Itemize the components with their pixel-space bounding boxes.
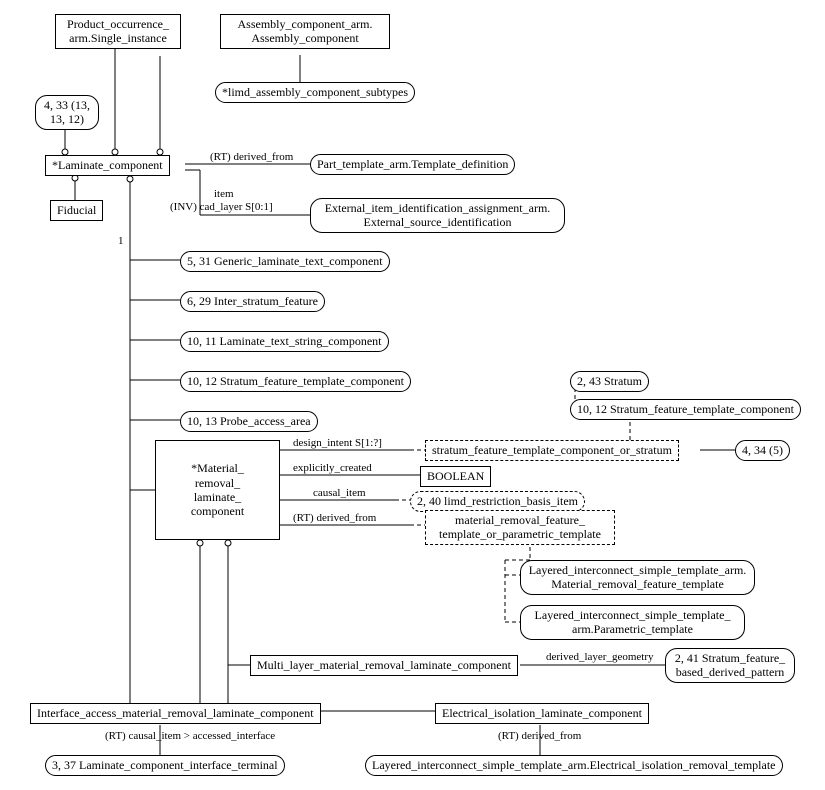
label: Multi_layer_material_removal_laminate_co… (257, 658, 511, 672)
attr-item: item (214, 188, 234, 200)
label: Layered_interconnect_simple_template_arm… (529, 563, 747, 591)
attr-derived-layer-geometry: derived_layer_geometry (546, 651, 654, 663)
label: *limd_assembly_component_subtypes (222, 85, 408, 99)
label: *Laminate_component (52, 158, 163, 172)
attr-derived-from-3: (RT) derived_from (498, 730, 581, 742)
label: 10, 12 Stratum_feature_template_componen… (187, 374, 404, 388)
entity-external-source-id: External_item_identification_assignment_… (310, 198, 565, 233)
page-ref-4-33: 4, 33 (13,13, 12) (35, 95, 99, 130)
label: 4, 34 (5) (742, 443, 783, 457)
entity-interface-access-mrlc: Interface_access_material_removal_lamina… (30, 703, 321, 724)
label: Part_template_arm.Template_definition (317, 157, 508, 171)
label: *Material_removal_laminate_component (191, 461, 244, 519)
entity-multi-layer-mrlc: Multi_layer_material_removal_laminate_co… (250, 655, 518, 676)
label: Fiducial (57, 203, 96, 217)
ref-sfbdp: 2, 41 Stratum_feature_based_derived_patt… (665, 648, 795, 683)
entity-assembly-component: Assembly_component_arm.Assembly_componen… (220, 14, 390, 49)
page-ref-4-34: 4, 34 (5) (735, 440, 790, 461)
sub-laminate-text-string: 10, 11 Laminate_text_string_component (180, 331, 389, 352)
label: Layered_interconnect_simple_template_arm… (535, 608, 731, 636)
attr-derived-from-2: (RT) derived_from (293, 512, 376, 524)
attr-causal-item: causal_item (313, 487, 366, 499)
sub-probe-access-area: 10, 13 Probe_access_area (180, 411, 318, 432)
label: Product_occurrence_arm.Single_instance (67, 17, 169, 45)
entity-parametric-template: Layered_interconnect_simple_template_arm… (520, 605, 745, 640)
select-mrft-or-param: material_removal_feature_template_or_par… (425, 510, 615, 545)
entity-material-removal-laminate-component: *Material_removal_laminate_component (155, 440, 280, 540)
ref-limd-restriction-basis: 2, 40 limd_restriction_basis_item (410, 491, 585, 512)
sub-generic-laminate-text: 5, 31 Generic_laminate_text_component (180, 251, 390, 272)
cardinality-1: 1 (118, 235, 124, 247)
label: 10, 12 Stratum_feature_template_componen… (577, 402, 794, 416)
attr-design-intent: design_intent S[1:?] (293, 437, 382, 449)
label: 10, 11 Laminate_text_string_component (187, 334, 382, 348)
sub-inter-stratum-feature: 6, 29 Inter_stratum_feature (180, 291, 325, 312)
entity-material-removal-feature-template: Layered_interconnect_simple_template_arm… (520, 560, 755, 595)
attr-causal-accessed-interface: (RT) causal_item > accessed_interface (105, 730, 275, 742)
label: 2, 43 Stratum (577, 374, 642, 388)
type-boolean: BOOLEAN (420, 466, 491, 487)
entity-fiducial: Fiducial (50, 200, 103, 221)
select-sftc-or-stratum: stratum_feature_template_component_or_st… (425, 440, 679, 461)
ref-lcit: 3, 37 Laminate_component_interface_termi… (45, 755, 285, 776)
entity-electrical-isolation-removal-template: Layered_interconnect_simple_template_arm… (365, 755, 783, 776)
label: Layered_interconnect_simple_template_arm… (372, 758, 776, 772)
sub-stratum-feature-template: 10, 12 Stratum_feature_template_componen… (180, 371, 411, 392)
label: Interface_access_material_removal_lamina… (37, 706, 314, 720)
ref-stratum: 2, 43 Stratum (570, 371, 649, 392)
attr-derived-from: (RT) derived_from (210, 151, 293, 163)
label: material_removal_feature_template_or_par… (439, 513, 601, 541)
label: 3, 37 Laminate_component_interface_termi… (52, 758, 278, 772)
label: External_item_identification_assignment_… (325, 201, 551, 229)
entity-laminate-component: *Laminate_component (45, 155, 170, 176)
attr-inv-cad-layer: (INV) cad_layer S[0:1] (170, 201, 273, 213)
label: stratum_feature_template_component_or_st… (432, 443, 672, 457)
label: 2, 40 limd_restriction_basis_item (417, 494, 578, 508)
label: BOOLEAN (427, 469, 484, 483)
label: 2, 41 Stratum_feature_based_derived_patt… (675, 651, 785, 679)
ref-sftc: 10, 12 Stratum_feature_template_componen… (570, 399, 801, 420)
label: 10, 13 Probe_access_area (187, 414, 311, 428)
attr-explicitly-created: explicitly_created (293, 462, 372, 474)
entity-product-occurrence: Product_occurrence_arm.Single_instance (55, 14, 181, 49)
label: Electrical_isolation_laminate_component (442, 706, 642, 720)
select-limd-subtypes: *limd_assembly_component_subtypes (215, 82, 415, 103)
entity-electrical-isolation-laminate-component: Electrical_isolation_laminate_component (435, 703, 649, 724)
label: Assembly_component_arm.Assembly_componen… (238, 17, 373, 45)
label: 5, 31 Generic_laminate_text_component (187, 254, 383, 268)
label: 4, 33 (13,13, 12) (44, 98, 90, 126)
entity-part-template-def: Part_template_arm.Template_definition (310, 154, 515, 175)
label: 6, 29 Inter_stratum_feature (187, 294, 318, 308)
